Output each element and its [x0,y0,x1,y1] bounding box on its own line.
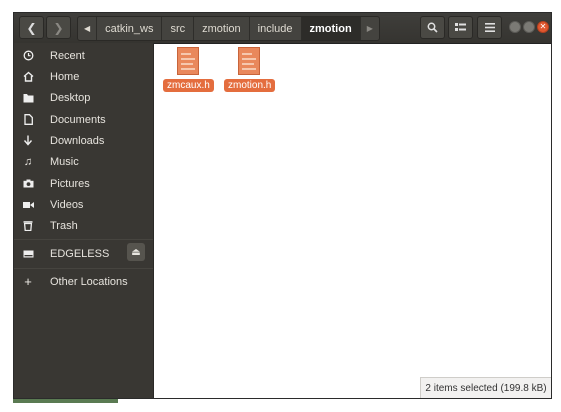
sidebar: Recent Home Desktop Documents Downloads [14,43,154,398]
drive-icon [14,250,42,258]
sidebar-divider [14,268,153,269]
status-bar: 2 items selected (199.8 kB) [420,377,551,398]
video-icon [14,201,42,209]
sidebar-item-label: Other Locations [50,275,128,288]
text-file-icon [238,47,260,75]
sidebar-item-videos[interactable]: Videos [14,194,153,215]
sidebar-item-label: Pictures [50,177,90,190]
sidebar-item-label: Desktop [50,91,91,104]
close-button[interactable]: ✕ [537,21,549,33]
sidebar-item-label: Trash [50,219,78,232]
sidebar-item-recent[interactable]: Recent [14,45,153,66]
file-item-zmcaux[interactable]: zmcaux.h [163,47,214,93]
sidebar-item-pictures[interactable]: Pictures [14,173,153,194]
sidebar-item-desktop[interactable]: Desktop [14,87,153,108]
view-toggle-button[interactable] [448,16,473,39]
close-icon: ✕ [539,22,547,31]
sidebar-item-downloads[interactable]: Downloads [14,130,153,151]
file-name: zmotion.h [224,79,276,92]
sidebar-item-home[interactable]: Home [14,66,153,87]
plus-icon: + [24,274,32,289]
music-icon: ♫ [23,155,33,168]
trash-icon [14,220,42,231]
chevron-right-icon: ❯ [53,20,64,35]
triangle-left-icon: ◀ [84,24,91,33]
search-icon [427,22,438,33]
file-item-zmotion[interactable]: zmotion.h [224,47,276,93]
camera-icon [14,179,42,188]
search-button[interactable] [420,16,445,39]
breadcrumb-item-include[interactable]: include [248,17,301,40]
triangle-right-icon: ▶ [366,24,373,33]
maximize-button[interactable] [523,21,535,33]
sidebar-item-label: Music [50,155,79,168]
sidebar-item-trash[interactable]: Trash [14,215,153,236]
eject-icon: ⏏ [131,246,141,258]
header-bar: ❮ ❯ ◀ catkin_ws src zmotion include zmot… [14,13,551,44]
sidebar-item-edgeless[interactable]: EDGELESS ⏏ [14,243,153,264]
sidebar-item-other-locations[interactable]: + Other Locations [14,271,153,292]
sidebar-item-documents[interactable]: Documents [14,109,153,130]
breadcrumb-item-src[interactable]: src [161,17,193,40]
sidebar-item-label: Downloads [50,134,105,147]
sidebar-item-label: Documents [50,113,106,126]
sidebar-divider [14,239,153,240]
sidebar-item-label: EDGELESS [50,247,110,260]
text-file-icon [177,47,199,75]
breadcrumb-item-current[interactable]: zmotion [300,17,360,40]
hamburger-menu-icon [484,23,495,32]
minimize-button[interactable] [509,21,521,33]
home-icon [14,71,42,82]
file-name: zmcaux.h [163,79,214,92]
sidebar-item-label: Home [50,70,80,83]
forward-button[interactable]: ❯ [46,16,71,39]
breadcrumb-item-zmotion[interactable]: zmotion [193,17,249,40]
breadcrumb-right-arrow[interactable]: ▶ [359,17,379,40]
eject-button[interactable]: ⏏ [127,243,145,261]
breadcrumb-item-catkin-ws[interactable]: catkin_ws [96,17,161,40]
folder-icon [14,93,42,103]
desktop-background-strip [13,399,118,403]
back-button[interactable]: ❮ [19,16,44,39]
breadcrumb: ◀ catkin_ws src zmotion include zmotion … [77,16,380,41]
document-icon [14,114,42,125]
sidebar-item-label: Recent [50,49,85,62]
breadcrumb-left-arrow[interactable]: ◀ [78,17,96,40]
file-manager-window: ❮ ❯ ◀ catkin_ws src zmotion include zmot… [13,12,552,399]
chevron-left-icon: ❮ [26,20,37,35]
sidebar-item-music[interactable]: ♫ Music [14,151,153,172]
download-icon [14,135,42,146]
menu-button[interactable] [477,16,502,39]
clock-icon [14,50,42,61]
sidebar-item-label: Videos [50,198,84,211]
list-view-icon [455,23,466,31]
